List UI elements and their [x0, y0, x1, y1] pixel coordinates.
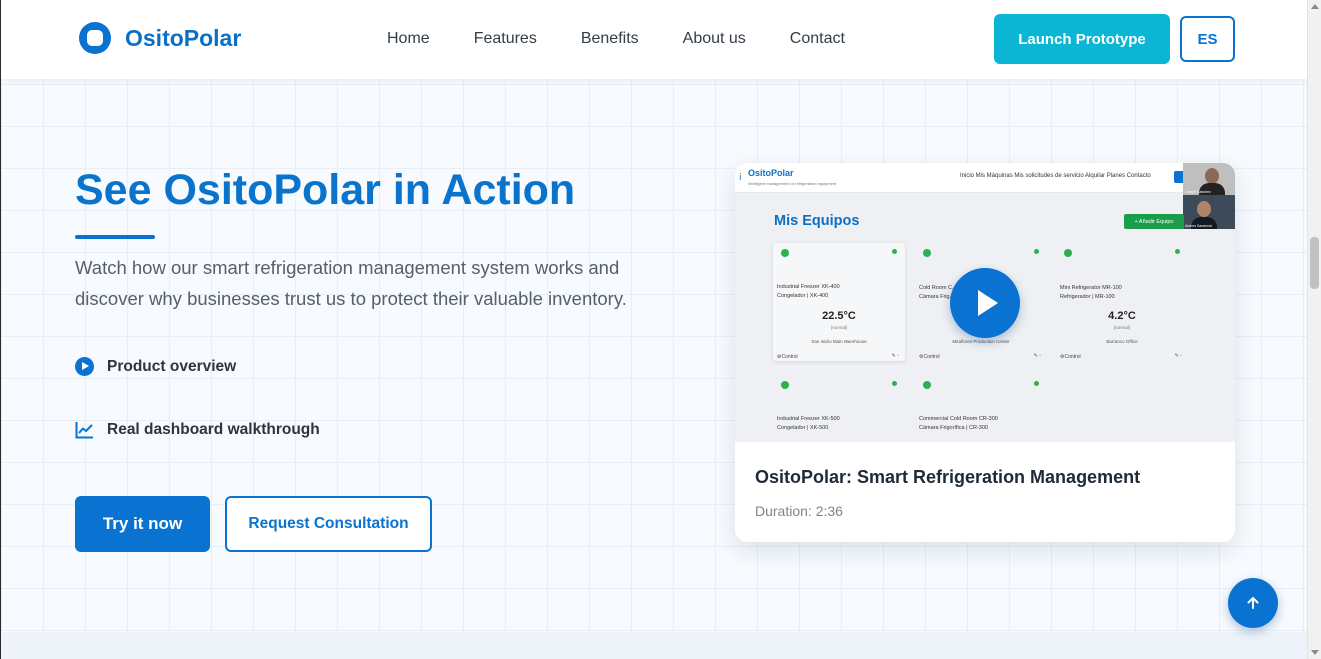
- launch-prototype-button[interactable]: Launch Prototype: [994, 14, 1170, 64]
- nav-link-benefits[interactable]: Benefits: [581, 30, 639, 48]
- thumbnail-heading: Mis Equipos: [774, 213, 860, 229]
- thumbnail-menu: Inicio Mis Máquinas Mis solicitudes de s…: [960, 173, 1151, 179]
- equipment-control: ⚙Control: [1060, 354, 1081, 360]
- equipment-sub: Congelador | XK-500: [777, 425, 829, 431]
- language-toggle-button[interactable]: ES: [1180, 16, 1235, 62]
- navbar: OsitoPolar Home Features Benefits About …: [1, 0, 1307, 79]
- equipment-location: Barranco Office: [1106, 339, 1138, 344]
- equipment-name: Industrial Freezer XK-500: [777, 416, 840, 422]
- thumbnail-app-icon: ⅰ: [739, 172, 742, 182]
- hero-description: Watch how our smart refrigeration manage…: [75, 257, 627, 309]
- feature-product-overview: Product overview: [75, 357, 236, 376]
- equipment-card: Industrial Freezer XK-400 Congelador | XK…: [773, 243, 905, 361]
- equipment-sub: Cámara Frigorífica | CR-300: [919, 425, 988, 431]
- equipment-card: Industrial Freezer XK-500 Congelador | XK…: [773, 375, 905, 442]
- brand-name: OsitoPolar: [125, 24, 242, 51]
- feature-label: Product overview: [107, 357, 237, 375]
- equipment-location: Miraflores Production Center: [952, 339, 1010, 344]
- equipment-location: San Isidro Main Warehouse: [811, 339, 867, 344]
- video-card: ⅰ OsitoPolar Intelligent management of r…: [735, 163, 1235, 542]
- video-duration: Duration: 2:36: [755, 503, 843, 519]
- equipment-name: Commercial Cold Room CR-300: [919, 416, 998, 422]
- equipment-sub: Refrigerador | MR-100: [1060, 294, 1115, 300]
- feature-dashboard-walkthrough: Real dashboard walkthrough: [75, 421, 320, 439]
- thumbnail-add-button: + Añadir Equipo: [1124, 214, 1184, 229]
- equipment-name: Industrial Freezer XK-400: [777, 284, 840, 290]
- nav-link-about[interactable]: About us: [683, 30, 746, 48]
- equipment-control: ⚙Control: [777, 354, 798, 360]
- equipment-name: Mini Refrigerator MR-100: [1060, 285, 1122, 291]
- play-circle-icon: [75, 357, 94, 376]
- edit-delete-icons: ✎ ▫: [891, 353, 899, 359]
- back-to-top-button[interactable]: [1228, 578, 1278, 628]
- video-thumbnail[interactable]: ⅰ OsitoPolar Intelligent management of r…: [735, 163, 1235, 442]
- equipment-card: Commercial Cold Room CR-300 Cámara Frigor…: [915, 375, 1047, 442]
- page: OsitoPolar Home Features Benefits About …: [0, 0, 1307, 659]
- try-it-now-button[interactable]: Try it now: [75, 496, 210, 552]
- webcam-overlay-1: Joseph Sanchez: [1183, 163, 1235, 195]
- video-play-button[interactable]: [950, 268, 1020, 338]
- arrow-up-icon: [1247, 597, 1259, 609]
- brand-logo-icon: [79, 22, 111, 54]
- equipment-sub: Cámara Frig...: [919, 294, 955, 300]
- equipment-status: (normal): [1113, 325, 1131, 330]
- equipment-sub: Congelador | XK-400: [777, 293, 829, 299]
- thumbnail-app-header: ⅰ OsitoPolar Intelligent management of r…: [735, 163, 1235, 193]
- brand-link[interactable]: OsitoPolar: [79, 22, 241, 54]
- equipment-temp: 22.5°C: [822, 310, 856, 322]
- scroll-up-arrow-icon[interactable]: [1311, 4, 1319, 9]
- scroll-thumb[interactable]: [1310, 237, 1319, 289]
- edit-delete-icons: ✎ ▫: [1033, 353, 1041, 359]
- nav-link-contact[interactable]: Contact: [790, 30, 845, 48]
- request-consultation-button[interactable]: Request Consultation: [225, 496, 432, 552]
- page-scrollbar[interactable]: [1307, 0, 1321, 659]
- thumbnail-logo: OsitoPolar: [748, 168, 794, 178]
- equipment-status: (normal): [830, 325, 848, 330]
- nav-links: Home Features Benefits About us Contact: [387, 30, 889, 48]
- nav-link-features[interactable]: Features: [474, 30, 537, 48]
- nav-link-home[interactable]: Home: [387, 30, 430, 48]
- edit-delete-icons: ✎ ▫: [1174, 353, 1182, 359]
- feature-label: Real dashboard walkthrough: [107, 421, 320, 438]
- equipment-temp: 4.2°C: [1108, 310, 1136, 322]
- webcam-overlay-2: Andres Sandoval: [1183, 195, 1235, 229]
- scroll-down-arrow-icon[interactable]: [1311, 650, 1319, 655]
- equipment-card: Mini Refrigerator MR-100 Refrigerador | M…: [1056, 243, 1188, 361]
- hero-title: See OsitoPolar in Action: [75, 166, 576, 214]
- equipment-name: Cold Room C...: [919, 285, 957, 291]
- title-underline: [75, 235, 155, 239]
- thumbnail-logo-sub: Intelligent management of refrigeration …: [748, 181, 837, 186]
- video-title: OsitoPolar: Smart Refrigeration Manageme…: [755, 467, 1141, 487]
- line-chart-icon: [75, 422, 93, 439]
- equipment-control: ⚙Control: [919, 354, 940, 360]
- next-section-edge: [1, 632, 1307, 659]
